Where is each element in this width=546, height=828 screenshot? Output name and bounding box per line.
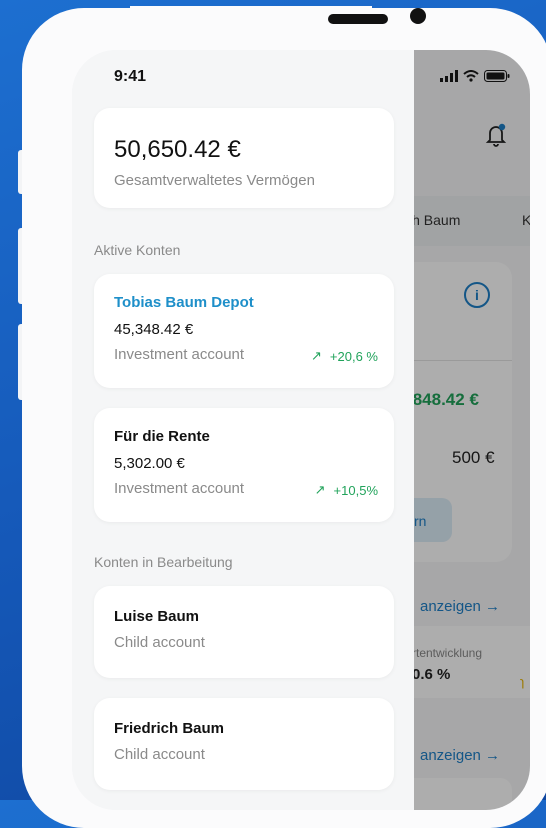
total-value: 50,650.42 € bbox=[114, 136, 241, 163]
status-time: 9:41 bbox=[114, 68, 147, 85]
account-card[interactable]: Für die Rente 5,302.00 € Investment acco… bbox=[94, 408, 394, 522]
speaker-grille bbox=[328, 14, 388, 24]
child-account-type: Child account bbox=[114, 746, 205, 763]
child-account-card[interactable]: Luise Baum Child account bbox=[94, 586, 394, 678]
phone-frame: ich Baum K i ,848.42 € 500 € rn anzeigen… bbox=[22, 6, 546, 828]
total-label: Gesamtverwaltetes Vermögen bbox=[114, 172, 315, 189]
account-card[interactable]: Tobias Baum Depot 45,348.42 € Investment… bbox=[94, 274, 394, 388]
child-account-name: Luise Baum bbox=[114, 608, 200, 625]
phone-notch bbox=[130, 6, 426, 44]
trend-up-icon: ↗ bbox=[311, 348, 322, 363]
child-account-card[interactable]: Friedrich Baum Child account bbox=[94, 698, 394, 790]
wifi-icon bbox=[463, 70, 479, 82]
battery-icon bbox=[484, 70, 510, 82]
account-name: Tobias Baum Depot bbox=[114, 294, 254, 311]
dim-overlay[interactable] bbox=[414, 50, 530, 810]
trend-up-icon: ↗ bbox=[314, 482, 326, 497]
account-change: ↗ +20,6 % bbox=[311, 348, 378, 364]
section-active-title: Aktive Konten bbox=[94, 242, 181, 258]
account-value: 5,302.00 € bbox=[114, 455, 185, 472]
account-change-value: +10,5% bbox=[333, 482, 378, 498]
section-pending-title: Konten in Bearbeitung bbox=[94, 554, 233, 570]
account-value: 45,348.42 € bbox=[114, 321, 194, 338]
status-icons bbox=[440, 70, 510, 82]
signal-icon bbox=[440, 70, 458, 82]
account-type: Investment account bbox=[114, 480, 245, 497]
front-camera bbox=[410, 8, 426, 24]
account-type: Investment account bbox=[114, 346, 245, 363]
account-name: Für die Rente bbox=[114, 428, 210, 445]
account-change: ↗ +10,5% bbox=[315, 482, 378, 498]
child-account-name: Friedrich Baum bbox=[114, 720, 225, 737]
account-change-value: +20,6 % bbox=[329, 348, 378, 364]
child-account-type: Child account bbox=[114, 634, 205, 651]
total-card: 50,650.42 € Gesamtverwaltetes Vermögen bbox=[94, 108, 394, 208]
account-drawer: 9:41 50,650.42 € Gesamtverwaltetes Vermö… bbox=[72, 50, 414, 810]
phone-screen: ich Baum K i ,848.42 € 500 € rn anzeigen… bbox=[72, 50, 530, 810]
